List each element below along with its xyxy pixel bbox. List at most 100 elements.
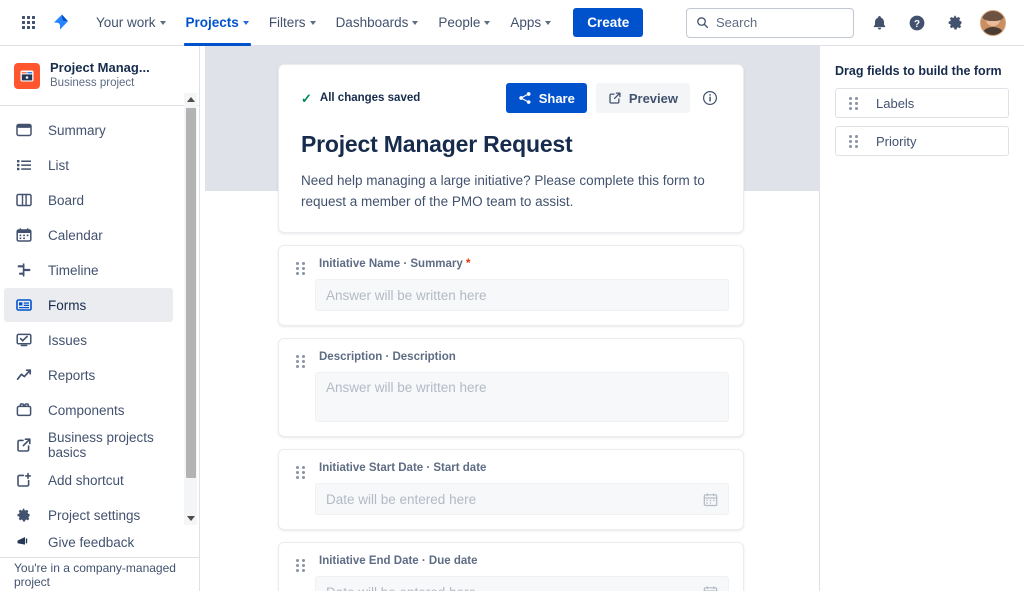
sidebar-item-reports[interactable]: Reports [4,358,173,392]
form-field-initiative-end-date[interactable]: Initiative End Date · Due date Date will… [278,542,744,591]
sidebar-item-label: List [48,158,69,173]
preview-label: Preview [629,91,678,106]
search-box[interactable] [686,8,854,38]
field-answer-preview[interactable]: Answer will be written here [315,372,729,422]
sidebar-scrollbar[interactable] [184,93,197,525]
field-body: Initiative Start Date · Start date Date … [315,462,729,515]
sidebar-item-forms[interactable]: Forms [4,288,173,322]
field-label: Description · Description [315,351,729,363]
project-meta: Project Manag... Business project [50,60,150,91]
calendar-icon[interactable] [703,492,718,507]
drag-handle-icon[interactable] [846,135,860,148]
nav-item-projects[interactable]: Projects [176,0,259,46]
board-icon [14,190,34,210]
list-icon [14,155,34,175]
field-placeholder: Answer will be written here [326,288,487,303]
nav-item-your-work[interactable]: Your work [86,0,176,46]
sidebar-item-components[interactable]: Components [4,393,173,427]
nav-item-apps[interactable]: Apps [500,0,561,46]
nav-label: Apps [510,15,541,30]
sidebar-item-calendar[interactable]: Calendar [4,218,173,252]
sidebar-item-label: Calendar [48,228,103,243]
required-asterisk: * [466,258,470,270]
forms-icon [14,295,34,315]
sidebar-item-label: Forms [48,298,86,313]
sidebar-item-label: Project settings [48,508,140,523]
sidebar-item-project-settings[interactable]: Project settings [4,498,173,532]
check-icon: ✓ [301,92,312,105]
scrollbar-thumb[interactable] [186,108,196,478]
components-icon [14,400,34,420]
top-navigation-bar: Your work Projects Filters Dashboards Pe… [0,0,1024,46]
sidebar-item-issues[interactable]: Issues [4,323,173,357]
project-type: Business project [50,76,150,91]
sidebar-item-summary[interactable]: Summary [4,113,173,147]
drag-handle-icon[interactable] [846,97,860,110]
sidebar-item-give-feedback[interactable]: Give feedback [4,533,173,551]
sidebar-item-add-shortcut[interactable]: Add shortcut [4,463,173,497]
drag-handle-icon[interactable] [293,258,307,311]
project-sidebar: Project Manag... Business project Summar… [0,46,200,591]
preview-button[interactable]: Preview [596,83,690,113]
sidebar-item-label: Business projects basics [48,430,165,460]
app-switcher-icon[interactable] [14,9,42,37]
avatar[interactable] [980,10,1006,36]
external-link-icon [14,435,34,455]
field-label-text: Initiative Start Date · Start date [319,462,486,474]
drag-handle-icon[interactable] [293,555,307,591]
sidebar-divider [0,105,199,106]
drag-handle-icon[interactable] [293,462,307,515]
field-chip-priority[interactable]: Priority [835,126,1009,156]
form-header-card: ✓ All changes saved Share [278,64,744,233]
sidebar-item-business-projects-basics[interactable]: Business projects basics [4,428,173,462]
form-field-initiative-start-date[interactable]: Initiative Start Date · Start date Date … [278,449,744,530]
form-column: ✓ All changes saved Share [278,64,744,591]
nav-label: People [438,15,480,30]
chevron-down-icon [310,21,316,25]
nav-label: Dashboards [336,15,409,30]
field-answer-preview[interactable]: Date will be entered here [315,576,729,591]
project-header[interactable]: Project Manag... Business project [0,46,199,103]
sidebar-item-list[interactable]: List [4,148,173,182]
nav-item-people[interactable]: People [428,0,500,46]
jira-logo-icon[interactable] [46,8,76,38]
sidebar-nav-list: Summary List Board Calendar [0,112,199,552]
nav-right-cluster: ? [686,8,1010,38]
form-header-toolbar: ✓ All changes saved Share [301,83,721,113]
calendar-icon[interactable] [703,585,718,591]
chevron-down-icon [160,21,166,25]
external-link-icon [608,91,622,105]
search-input[interactable] [716,15,836,30]
sidebar-item-label: Give feedback [48,535,134,550]
field-library-panel: Drag fields to build the form Labels Pri… [819,46,1024,591]
nav-label: Your work [96,15,156,30]
chevron-down-icon [545,21,551,25]
form-builder-canvas: ✓ All changes saved Share [200,46,819,591]
help-circle-icon[interactable]: ? [904,10,930,36]
field-answer-preview[interactable]: Date will be entered here [315,483,729,515]
field-chip-label: Labels [876,96,914,111]
share-button[interactable]: Share [506,83,587,113]
drag-handle-icon[interactable] [293,351,307,422]
bell-icon[interactable] [866,10,892,36]
sidebar-item-timeline[interactable]: Timeline [4,253,173,287]
gear-icon[interactable] [942,10,968,36]
timeline-icon [14,260,34,280]
nav-item-filters[interactable]: Filters [259,0,326,46]
form-field-initiative-name[interactable]: Initiative Name · Summary * Answer will … [278,245,744,326]
field-label: Initiative Start Date · Start date [315,462,729,474]
field-label: Initiative End Date · Due date [315,555,729,567]
form-field-description[interactable]: Description · Description Answer will be… [278,338,744,437]
create-button[interactable]: Create [573,8,643,37]
field-label-text: Initiative Name · Summary [319,258,463,270]
jira-forms-screen: Your work Projects Filters Dashboards Pe… [0,0,1024,591]
sidebar-item-label: Issues [48,333,87,348]
field-chip-labels[interactable]: Labels [835,88,1009,118]
sidebar-item-board[interactable]: Board [4,183,173,217]
field-answer-preview[interactable]: Answer will be written here [315,279,729,311]
nav-item-dashboards[interactable]: Dashboards [326,0,429,46]
issues-icon [14,330,34,350]
scroll-up-arrow[interactable] [184,93,197,106]
info-circle-icon[interactable] [699,87,721,109]
scroll-down-arrow[interactable] [184,512,197,525]
